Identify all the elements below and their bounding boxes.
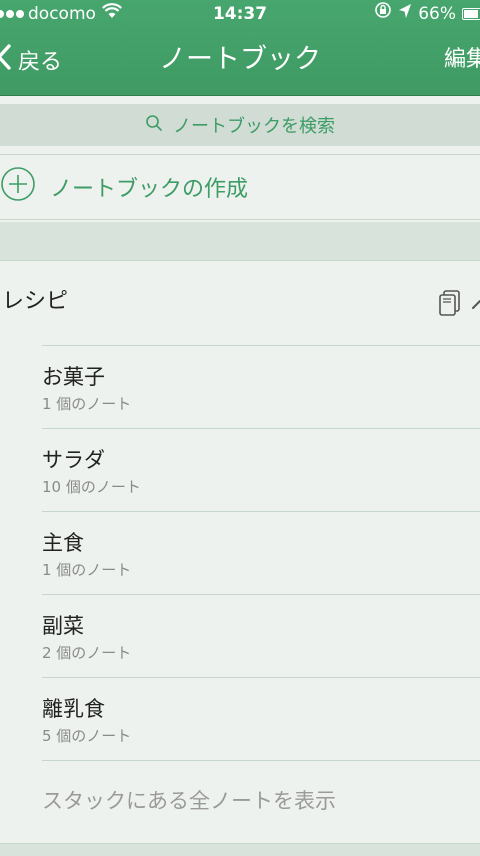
notebook-item[interactable]: 主食 1 個のノート	[42, 511, 480, 594]
stack-name: レシピ	[2, 289, 69, 314]
notebook-name: 副菜	[42, 614, 84, 638]
notebook-item[interactable]: サラダ 10 個のノート	[42, 428, 480, 511]
stack-notebooks-icon	[438, 290, 462, 322]
notebook-name: お菓子	[42, 365, 105, 389]
notebook-note-count: 5 個のノート	[42, 727, 132, 745]
section-separator	[0, 222, 480, 261]
notebook-item[interactable]: お菓子 1 個のノート	[42, 345, 480, 428]
stack-header[interactable]: レシピ	[0, 262, 480, 344]
rotation-lock-icon	[374, 0, 392, 28]
notebook-note-count: 10 個のノート	[42, 478, 141, 496]
notebook-item[interactable]: 副菜 2 個のノート	[42, 594, 480, 677]
notebook-name: 離乳食	[42, 697, 105, 721]
notebook-name: 主食	[42, 531, 84, 555]
create-notebook-button[interactable]: ノートブックの作成	[0, 154, 480, 220]
notebook-note-count: 2 個のノート	[42, 644, 132, 662]
navigation-bar: 戻る ノートブック 編集	[0, 28, 480, 94]
edit-button[interactable]: 編集	[444, 42, 480, 78]
notebook-note-count: 1 個のノート	[42, 395, 132, 413]
show-all-notes-button[interactable]: スタックにある全ノートを表示	[42, 760, 480, 841]
notebook-list: お菓子 1 個のノート サラダ 10 個のノート 主食 1 個のノート 副菜 2…	[0, 345, 480, 760]
battery-fill	[464, 10, 478, 18]
search-placeholder: ノートブックを検索	[173, 116, 335, 137]
add-circle-icon	[0, 166, 36, 208]
status-right: 66%	[374, 0, 480, 28]
search-icon	[145, 114, 163, 137]
chevron-up-icon[interactable]	[472, 294, 480, 319]
app-header: docomo 14:37 66% 戻る ノートブック 編集	[0, 0, 480, 96]
search-input[interactable]: ノートブックを検索	[0, 104, 480, 146]
notebook-item[interactable]: 離乳食 5 個のノート	[42, 677, 480, 760]
create-notebook-label: ノートブックの作成	[50, 177, 249, 202]
battery-percent: 66%	[418, 4, 456, 24]
notebook-note-count: 1 個のノート	[42, 561, 132, 579]
page-title: ノートブック	[159, 44, 321, 75]
battery-icon	[462, 8, 480, 20]
location-arrow-icon	[398, 0, 412, 28]
bottom-separator	[0, 843, 480, 856]
status-bar: docomo 14:37 66%	[0, 0, 480, 28]
notebook-name: サラダ	[42, 448, 105, 472]
